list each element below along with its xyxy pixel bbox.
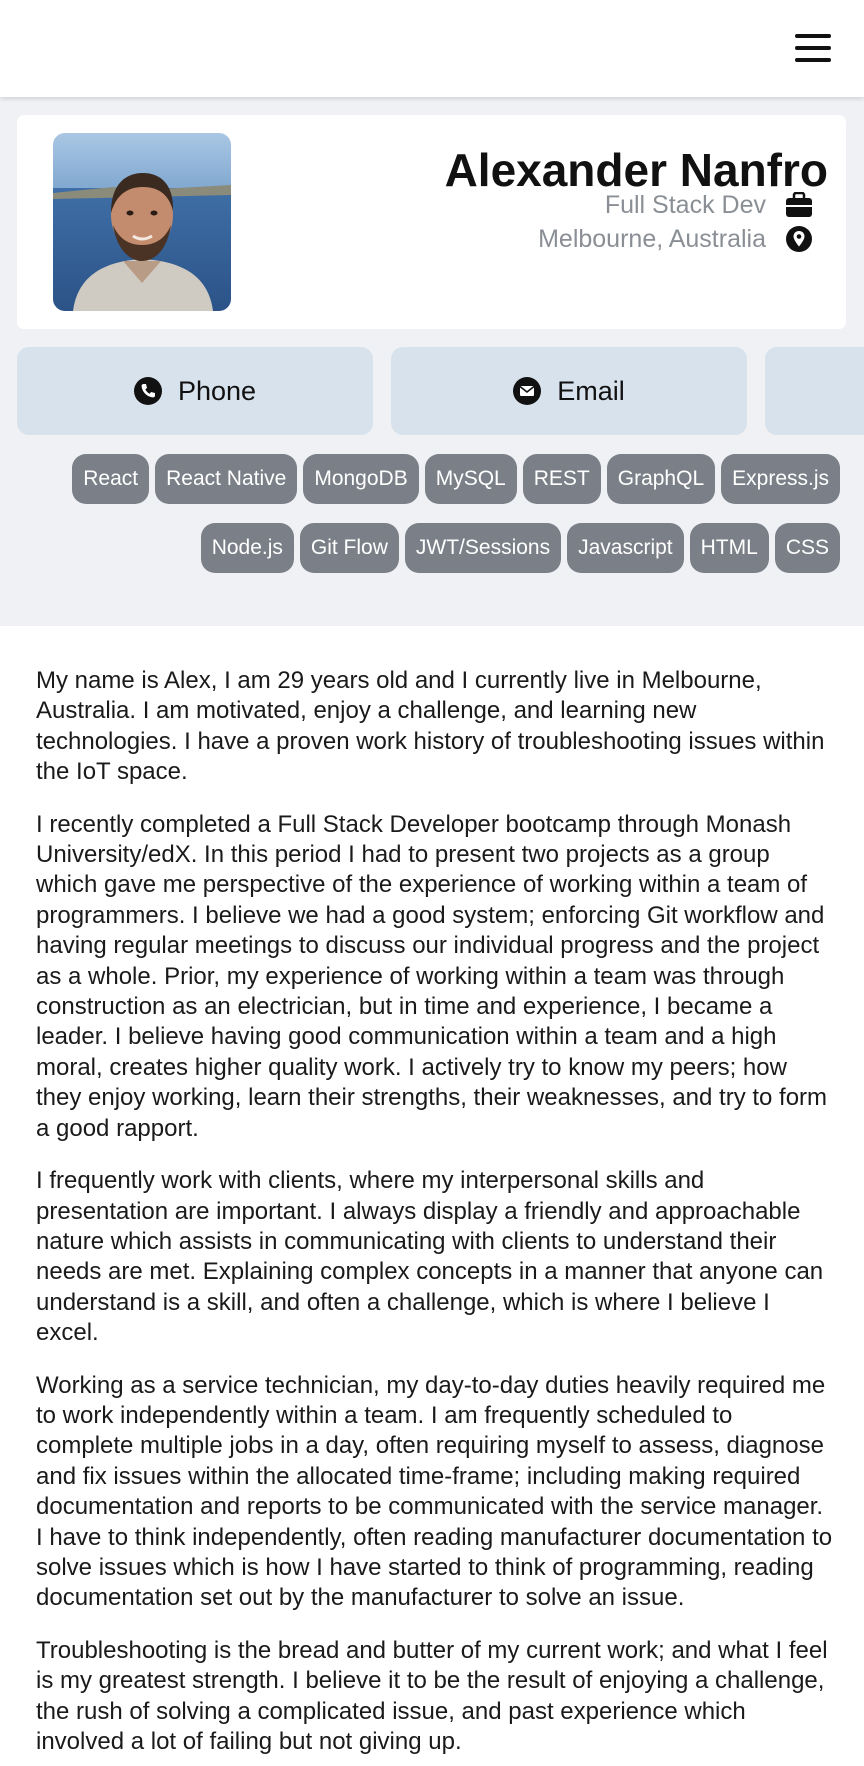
skill-tag: Git Flow [299, 523, 399, 573]
about-section: My name is Alex, I am 29 years old and I… [36, 666, 836, 1766]
skills-row-1: React React Native MongoDB MySQL REST Gr… [72, 454, 840, 504]
skill-tag: Node.js [200, 523, 294, 573]
about-paragraph: Troubleshooting is the bread and butter … [36, 1636, 828, 1755]
skill-tag: MySQL [424, 454, 517, 504]
skill-tag: MongoDB [303, 454, 419, 504]
profile-name: Alexander Nanfro [444, 144, 828, 196]
briefcase-icon [784, 190, 814, 220]
skills-row-2: Node.js Git Flow JWT/Sessions Javascript… [200, 523, 840, 573]
phone-button[interactable]: Phone [17, 347, 373, 435]
profile-location-row: Melbourne, Australia [538, 224, 814, 254]
profile-role: Full Stack Dev [604, 190, 766, 219]
email-button[interactable]: Email [391, 347, 747, 435]
skill-tag: HTML [689, 523, 769, 573]
envelope-icon [513, 377, 542, 405]
skill-tag: Javascript [567, 523, 684, 573]
skill-tag: React Native [155, 454, 298, 504]
skill-tag: JWT/Sessions [404, 523, 562, 573]
map-pin-icon [784, 224, 814, 254]
profile-card: Alexander Nanfro Full Stack Dev Melbourn… [17, 115, 846, 329]
skill-tag: GraphQL [606, 454, 716, 504]
about-paragraph: My name is Alex, I am 29 years old and I… [36, 667, 825, 786]
email-label: Email [557, 375, 625, 406]
about-paragraph: I recently completed a Full Stack Develo… [36, 810, 828, 1142]
profile-role-row: Full Stack Dev [605, 190, 814, 220]
skill-tag: Express.js [721, 454, 840, 504]
phone-icon [133, 377, 162, 405]
contact-button-overflow[interactable] [765, 347, 864, 435]
skill-tag: REST [522, 454, 601, 504]
profile-location: Melbourne, Australia [538, 224, 766, 253]
top-navbar [0, 0, 864, 97]
avatar [53, 133, 231, 311]
profile-header: Alexander Nanfro Full Stack Dev Melbourn… [0, 97, 864, 626]
hamburger-menu-icon[interactable] [795, 34, 831, 62]
skill-tag: React [72, 454, 150, 504]
about-paragraph: I frequently work with clients, where my… [36, 1167, 824, 1347]
phone-label: Phone [177, 375, 257, 406]
about-paragraph: Working as a service technician, my day-… [36, 1371, 833, 1612]
skill-tag: CSS [774, 523, 840, 573]
